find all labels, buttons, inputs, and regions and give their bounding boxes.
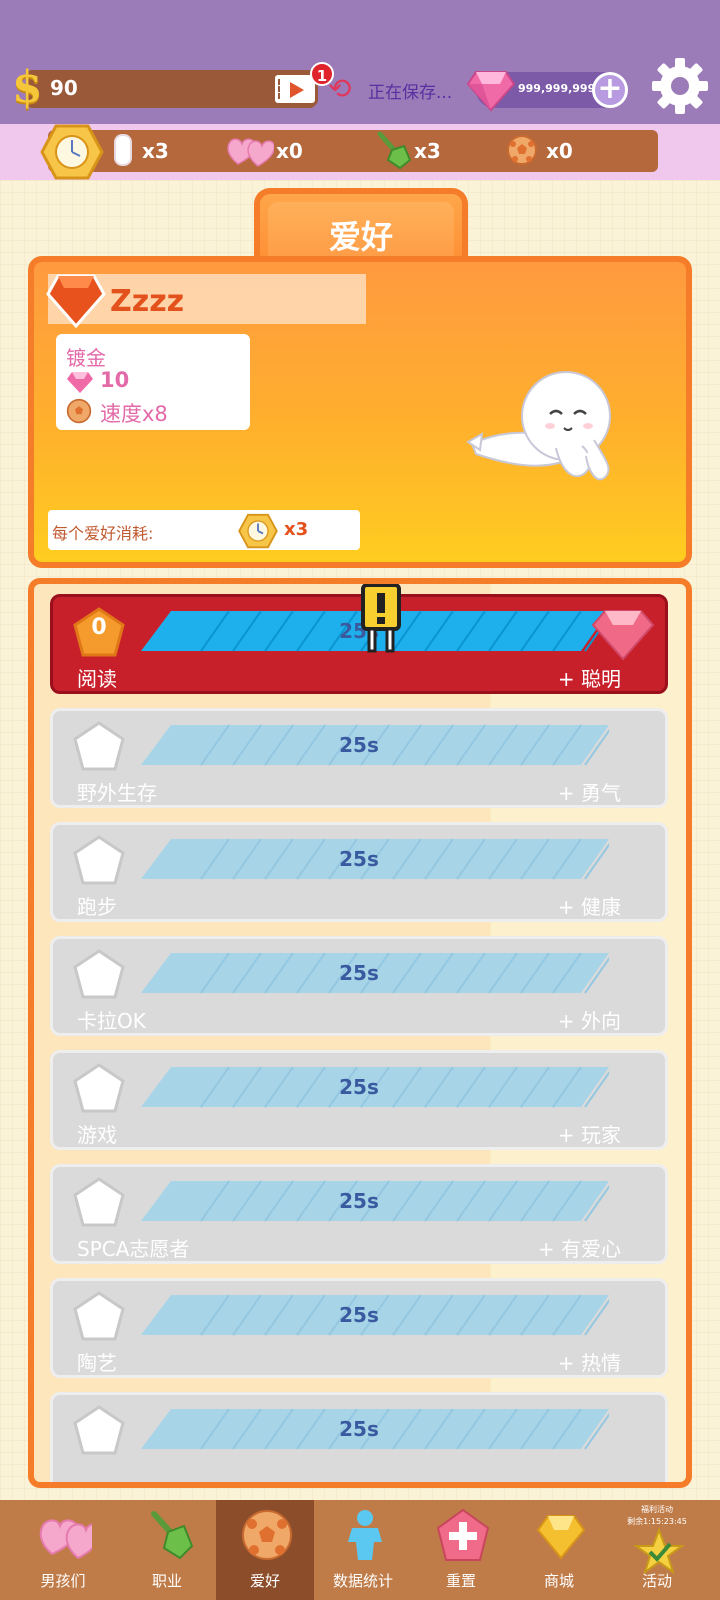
nav-label: 男孩们 xyxy=(40,1572,86,1590)
alert-icon xyxy=(361,584,401,653)
hobby-name: SPCA志愿者 xyxy=(77,1237,190,1261)
gem-icon xyxy=(67,372,93,393)
hobby-reward: + 有爱心 xyxy=(537,1237,621,1261)
gem-shop-icon xyxy=(536,1515,586,1560)
hobby-duration: 25s xyxy=(339,1075,379,1099)
hearts-icon xyxy=(227,138,274,167)
person-icon xyxy=(348,1510,382,1560)
speed-value: 速度x8 xyxy=(100,402,168,426)
hobby-duration: 25s xyxy=(339,961,379,985)
event-title: 福利活动 xyxy=(641,1505,673,1514)
cost-count: x3 xyxy=(284,519,309,540)
gem-icon xyxy=(591,610,655,661)
nav-label: 商城 xyxy=(543,1572,574,1590)
resource-count-hearts: x0 xyxy=(276,139,303,163)
clock-hex-icon xyxy=(238,513,278,549)
soccer-ball-icon xyxy=(66,398,92,424)
nav-label: 数据统计 xyxy=(332,1572,393,1590)
resource-count-shovel: x3 xyxy=(414,139,441,163)
hobby-duration: 25s xyxy=(339,733,379,757)
resource-count-ball: x0 xyxy=(546,139,573,163)
nav-label: 重置 xyxy=(445,1572,476,1590)
bottom-nav: 男孩们 职业 爱好 数据统计 重置 商城 福利活动 剩余1:15:23:45 活动 xyxy=(0,1500,720,1600)
hobby-reward: + 健康 xyxy=(557,895,621,919)
cost-strip: 每个爱好消耗: x3 xyxy=(48,510,360,550)
tab-title: 爱好 xyxy=(328,218,393,256)
hobby-reward: + 聪明 xyxy=(557,667,621,691)
hobby-duration: 25s xyxy=(339,1189,379,1213)
hearts-icon xyxy=(39,1519,92,1560)
hobby-name: 阅读 xyxy=(77,667,117,691)
hobby-row[interactable]: 0 25s 陶艺 + 热情 xyxy=(50,1278,668,1378)
dollar-icon: $ xyxy=(12,62,43,113)
nav-item[interactable]: 数据统计 xyxy=(314,1500,412,1600)
hobby-list[interactable]: 0 25s 阅读 + 聪明 0 25s 野外生存 + 勇气 0 25s 跑步 +… xyxy=(28,578,692,1488)
reset-cross-icon xyxy=(436,1508,490,1561)
shovel-icon xyxy=(377,131,412,170)
hobby-name: 卡拉OK xyxy=(77,1009,146,1033)
gem-balance: 999,999,999 xyxy=(518,82,596,95)
stat-title: 镀金 xyxy=(66,346,106,370)
hobby-name: 野外生存 xyxy=(77,781,157,805)
soccer-ball-icon xyxy=(242,1510,292,1560)
character-info-panel: Zzzz 镀金 10 速度x8 每个爱好消耗: x3 xyxy=(28,256,692,568)
money-value: 90 xyxy=(50,76,78,100)
nav-item[interactable]: 商城 xyxy=(510,1500,608,1600)
soccer-ball-icon xyxy=(507,135,537,165)
hobby-duration: 25s xyxy=(339,1303,379,1327)
clock-hex-icon xyxy=(40,124,104,180)
gem-icon xyxy=(466,71,516,112)
shovel-icon xyxy=(151,1511,194,1560)
hobby-reward: + 玩家 xyxy=(557,1123,621,1147)
hobby-reward: + 勇气 xyxy=(557,781,621,805)
heart-gem-icon xyxy=(46,274,106,328)
hobby-reward: + 外向 xyxy=(557,1009,621,1033)
hobby-duration: 25s xyxy=(339,847,379,871)
nav-label: 爱好 xyxy=(249,1572,280,1590)
hobby-name: 跑步 xyxy=(77,895,117,919)
hobby-name: 陶艺 xyxy=(77,1351,117,1375)
pill-icon xyxy=(114,134,132,166)
character-name: Zzzz xyxy=(110,284,185,319)
add-gems-button[interactable]: + xyxy=(592,72,628,108)
sync-icon: ⟲ xyxy=(328,72,352,105)
hobby-row[interactable]: 0 25s 卡拉OK + 外向 xyxy=(50,936,668,1036)
hobby-row[interactable]: 0 25s 游戏 + 玩家 xyxy=(50,1050,668,1150)
stat-card: 镀金 10 速度x8 xyxy=(56,334,250,430)
nav-item[interactable]: 爱好 xyxy=(216,1500,314,1600)
gear-icon[interactable] xyxy=(648,52,712,116)
nav-item[interactable]: 重置 xyxy=(412,1500,510,1600)
hobby-row[interactable]: 0 25s 野外生存 + 勇气 xyxy=(50,708,668,808)
nav-item[interactable]: 福利活动 剩余1:15:23:45 活动 xyxy=(608,1500,706,1600)
hobby-row[interactable]: 0 25s 阅读 + 聪明 xyxy=(50,584,668,694)
hobby-reward: + 热情 xyxy=(557,1351,621,1375)
nav-item[interactable]: 男孩们 xyxy=(14,1500,112,1600)
saving-status: 正在保存... xyxy=(368,83,453,103)
hobby-row[interactable]: 0 25s SPCA志愿者 + 有爱心 xyxy=(50,1164,668,1264)
hobby-duration: 25s xyxy=(339,1417,379,1441)
resource-count-clock: x3 xyxy=(142,139,169,163)
nav-label: 职业 xyxy=(151,1572,182,1590)
gem-value: 10 xyxy=(100,368,130,392)
character-avatar xyxy=(466,371,611,481)
hobby-name: 游戏 xyxy=(77,1123,117,1147)
nav-label: 活动 xyxy=(641,1572,672,1590)
cost-label: 每个爱好消耗: xyxy=(52,524,154,543)
hobby-row[interactable]: 0 25s 跑步 + 健康 xyxy=(50,822,668,922)
hobby-row[interactable]: 0 25s xyxy=(50,1392,668,1482)
nav-item[interactable]: 职业 xyxy=(118,1500,216,1600)
